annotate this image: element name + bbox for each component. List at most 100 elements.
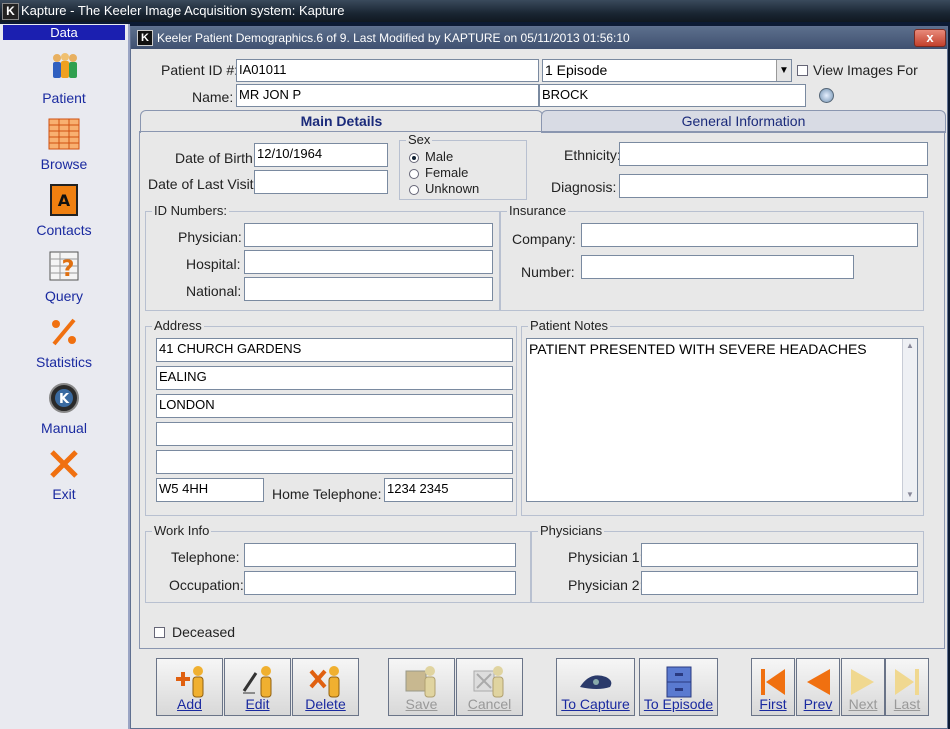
name-label: Name: bbox=[192, 89, 234, 105]
edit-user-icon bbox=[242, 666, 271, 698]
hospital-id-label: Hospital: bbox=[186, 256, 241, 272]
address-line-3[interactable]: LONDON bbox=[156, 394, 513, 418]
tab-general-information[interactable]: General Information bbox=[541, 110, 946, 133]
search-icon[interactable] bbox=[819, 88, 834, 103]
sex-male-label: Male bbox=[425, 149, 454, 164]
sidebar-item-manual[interactable]: K Manual bbox=[0, 382, 128, 444]
dob-label: Date of Birth: bbox=[175, 150, 257, 166]
physicians-title: Physicians bbox=[538, 523, 605, 538]
app-title: Kapture - The Keeler Image Acquisition s… bbox=[21, 3, 345, 18]
dob-field[interactable]: 12/10/1964 bbox=[254, 143, 388, 167]
exit-icon bbox=[50, 450, 78, 478]
physician-1-field[interactable] bbox=[641, 543, 918, 567]
first-button[interactable]: First bbox=[751, 658, 795, 716]
sidebar-item-label: Query bbox=[44, 288, 84, 304]
surname-field[interactable]: BROCK bbox=[539, 84, 806, 107]
add-button[interactable]: Add bbox=[156, 658, 223, 716]
contacts-icon: A bbox=[50, 184, 78, 216]
close-button[interactable]: x bbox=[914, 29, 946, 47]
notes-scrollbar[interactable]: ▲ ▼ bbox=[902, 339, 917, 501]
cancel-button[interactable]: Cancel bbox=[456, 658, 523, 716]
chevron-down-icon[interactable]: ▼ bbox=[776, 60, 791, 81]
sidebar-item-query[interactable]: ? Query bbox=[0, 250, 128, 312]
sidebar-item-browse[interactable]: Browse bbox=[0, 118, 128, 180]
first-record-icon bbox=[761, 669, 785, 695]
episode-select[interactable]: 1 Episode ▼ bbox=[542, 59, 792, 82]
to-episode-button[interactable]: To Episode bbox=[639, 658, 718, 716]
delete-user-icon bbox=[308, 666, 339, 698]
cabinet-icon bbox=[666, 666, 691, 698]
scroll-down-icon[interactable]: ▼ bbox=[906, 490, 914, 499]
first-name-field[interactable]: MR JON P bbox=[236, 84, 539, 107]
cancel-icon bbox=[473, 666, 503, 698]
sidebar-item-contacts[interactable]: A Contacts bbox=[0, 184, 128, 246]
next-button[interactable]: Next bbox=[841, 658, 885, 716]
address-title: Address bbox=[152, 318, 204, 333]
patient-icon bbox=[53, 53, 77, 78]
diagnosis-field[interactable] bbox=[619, 174, 928, 198]
save-icon bbox=[405, 666, 435, 698]
sex-unknown-label: Unknown bbox=[425, 181, 480, 196]
sex-unknown-radio[interactable] bbox=[409, 185, 419, 195]
view-images-checkbox[interactable] bbox=[797, 65, 808, 76]
svg-text:?: ? bbox=[62, 257, 75, 282]
add-user-icon bbox=[175, 666, 203, 698]
edit-button-label: Edit bbox=[245, 696, 270, 712]
delete-button[interactable]: Delete bbox=[292, 658, 359, 716]
occupation-field[interactable] bbox=[244, 571, 516, 595]
physician-id-field[interactable] bbox=[244, 223, 493, 247]
sidebar-item-label: Browse bbox=[40, 156, 88, 172]
manual-icon: K bbox=[49, 383, 79, 413]
insurance-number-label: Number: bbox=[521, 264, 575, 280]
last-visit-field[interactable] bbox=[254, 170, 388, 194]
work-telephone-field[interactable] bbox=[244, 543, 516, 567]
postcode-field[interactable]: W5 4HH bbox=[156, 478, 264, 502]
physician-1-label: Physician 1: bbox=[568, 549, 644, 565]
episode-select-value: 1 Episode bbox=[545, 62, 608, 78]
last-visit-label: Date of Last Visit: bbox=[148, 176, 258, 192]
patient-id-field[interactable]: IA01011 bbox=[236, 59, 539, 82]
sex-female-radio[interactable] bbox=[409, 169, 419, 179]
address-line-2[interactable]: EALING bbox=[156, 366, 513, 390]
patient-demographics-window: K Keeler Patient Demographics.6 of 9. La… bbox=[130, 26, 948, 729]
national-id-field[interactable] bbox=[244, 277, 493, 301]
save-button-label: Save bbox=[405, 696, 438, 712]
home-telephone-field[interactable]: 1234 2345 bbox=[384, 478, 513, 502]
deceased-checkbox[interactable] bbox=[154, 627, 165, 638]
add-button-label: Add bbox=[177, 696, 202, 712]
insurance-company-field[interactable] bbox=[581, 223, 918, 247]
last-record-icon bbox=[895, 669, 919, 695]
insurance-title: Insurance bbox=[507, 203, 569, 218]
window-title-bar: K Keeler Patient Demographics.6 of 9. La… bbox=[131, 27, 947, 49]
edit-button[interactable]: Edit bbox=[224, 658, 291, 716]
tab-main-details[interactable]: Main Details bbox=[140, 110, 543, 133]
first-button-label: First bbox=[759, 696, 787, 712]
cancel-button-label: Cancel bbox=[467, 696, 512, 712]
sidebar-item-exit[interactable]: Exit bbox=[0, 448, 128, 510]
last-button-label: Last bbox=[893, 696, 921, 712]
sidebar-item-statistics[interactable]: Statistics bbox=[0, 316, 128, 378]
app-title-bar: K Kapture - The Keeler Image Acquisition… bbox=[0, 0, 950, 22]
sidebar-item-label: Manual bbox=[41, 420, 87, 436]
insurance-number-field[interactable] bbox=[581, 255, 854, 279]
sex-male-radio[interactable] bbox=[409, 153, 419, 163]
address-line-1[interactable]: 41 CHURCH GARDENS bbox=[156, 338, 513, 362]
home-telephone-label: Home Telephone: bbox=[272, 486, 382, 502]
sidebar-header: Data bbox=[3, 25, 125, 40]
prev-button[interactable]: Prev bbox=[796, 658, 840, 716]
scroll-up-icon[interactable]: ▲ bbox=[906, 341, 914, 350]
to-capture-button[interactable]: To Capture bbox=[556, 658, 635, 716]
ethnicity-field[interactable] bbox=[619, 142, 928, 166]
sidebar-item-patient[interactable]: Patient bbox=[0, 52, 128, 114]
address-line-4[interactable] bbox=[156, 422, 513, 446]
kapture-logo-icon: K bbox=[137, 30, 153, 46]
save-button[interactable]: Save bbox=[388, 658, 455, 716]
patient-notes-textarea[interactable]: PATIENT PRESENTED WITH SEVERE HEADACHES … bbox=[526, 338, 918, 502]
address-line-5[interactable] bbox=[156, 450, 513, 474]
statistics-icon bbox=[52, 318, 76, 346]
sidebar-item-label: Statistics bbox=[35, 354, 92, 370]
last-button[interactable]: Last bbox=[885, 658, 929, 716]
next-record-icon bbox=[851, 669, 874, 695]
physician-2-field[interactable] bbox=[641, 571, 918, 595]
hospital-id-field[interactable] bbox=[244, 250, 493, 274]
